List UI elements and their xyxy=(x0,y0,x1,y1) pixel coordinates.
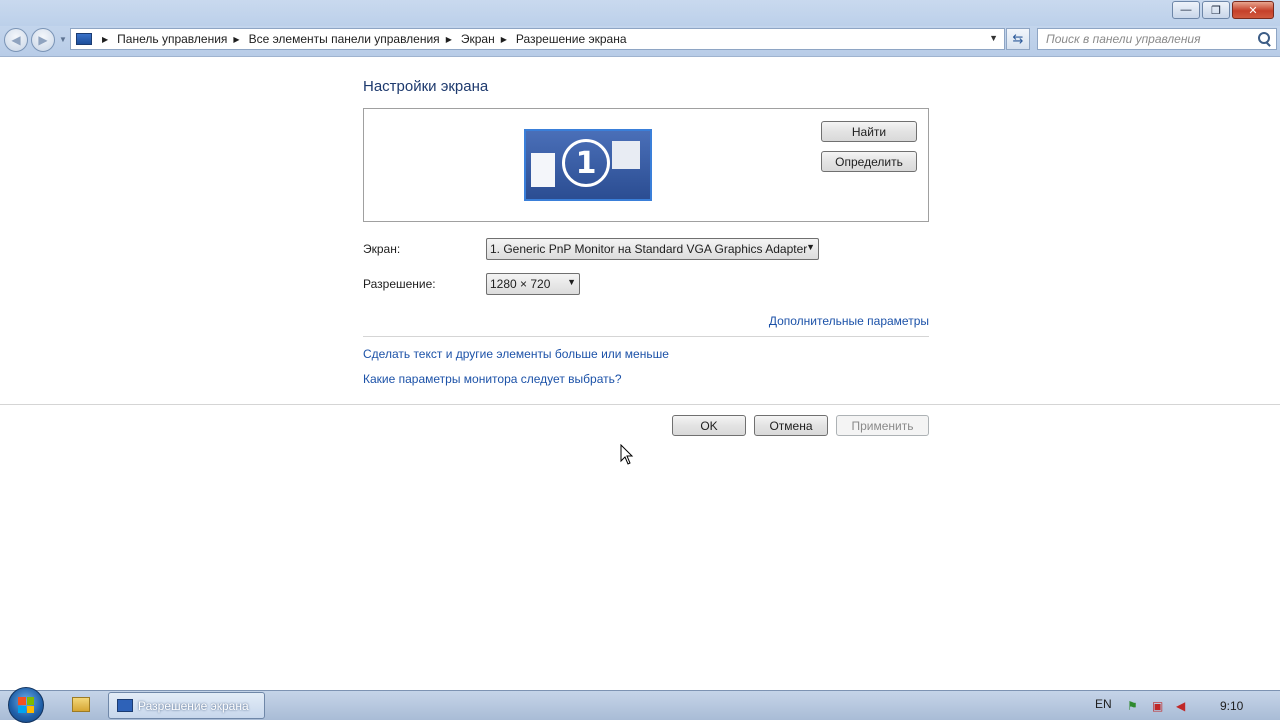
monitor-1-thumbnail[interactable]: 1 xyxy=(524,129,652,201)
chevron-down-icon: ▼ xyxy=(806,242,815,252)
taskbar: Разрешение экрана EN ⚑ ▣ ◀ 9:10 xyxy=(0,687,1280,723)
close-button[interactable]: ✕ xyxy=(1232,1,1274,19)
breadcrumb-separator-icon[interactable]: ▶ xyxy=(501,35,507,44)
volume-muted-icon[interactable]: ◀ xyxy=(1176,699,1190,713)
chevron-down-icon: ▼ xyxy=(567,277,576,287)
forward-arrow-icon: ▶ xyxy=(38,33,48,47)
breadcrumb-separator-icon[interactable]: ▶ xyxy=(102,35,108,44)
search-box[interactable] xyxy=(1037,28,1277,50)
ok-button[interactable]: OK xyxy=(672,415,746,436)
display-select-value: 1. Generic PnP Monitor на Standard VGA G… xyxy=(490,242,808,256)
address-dropdown-icon[interactable]: ▼ xyxy=(989,33,998,43)
back-arrow-icon: ◀ xyxy=(11,33,21,47)
control-panel-icon xyxy=(76,33,92,45)
monitor-settings-help-link[interactable]: Какие параметры монитора следует выбрать… xyxy=(363,372,622,386)
breadcrumb-separator-icon[interactable]: ▶ xyxy=(446,35,452,44)
address-bar[interactable]: ▶ Панель управления ▶ Все элементы панел… xyxy=(70,28,1005,50)
language-indicator[interactable]: EN xyxy=(1095,697,1112,711)
resolution-select-value: 1280 × 720 xyxy=(490,277,551,291)
refresh-button[interactable]: ⇆ xyxy=(1006,28,1030,50)
control-panel-icon xyxy=(117,699,133,712)
display-select[interactable]: 1. Generic PnP Monitor на Standard VGA G… xyxy=(486,238,819,260)
windows-logo-icon xyxy=(18,697,34,713)
breadcrumb-display[interactable]: Экран xyxy=(461,32,495,46)
forward-button[interactable]: ▶ xyxy=(31,28,55,52)
find-button[interactable]: Найти xyxy=(821,121,917,142)
back-button[interactable]: ◀ xyxy=(4,28,28,52)
footer-divider xyxy=(0,404,1280,405)
maximize-button[interactable]: ❐ xyxy=(1202,1,1230,19)
identify-button[interactable]: Определить xyxy=(821,151,917,172)
cancel-button[interactable]: Отмена xyxy=(754,415,828,436)
navigation-bar: ◀ ▶ ▼ ▶ Панель управления ▶ Все элементы… xyxy=(0,26,1280,57)
recent-pages-chevron-icon[interactable]: ▼ xyxy=(59,35,67,44)
monitor-number: 1 xyxy=(562,139,610,187)
search-icon[interactable] xyxy=(1256,31,1272,47)
text-size-link[interactable]: Сделать текст и другие элементы больше и… xyxy=(363,347,669,361)
divider xyxy=(363,336,929,337)
resolution-select[interactable]: 1280 × 720 ▼ xyxy=(486,273,580,295)
breadcrumb-screen-resolution[interactable]: Разрешение экрана xyxy=(516,32,627,46)
minimize-icon: — xyxy=(1180,4,1192,16)
search-input[interactable] xyxy=(1044,29,1256,49)
action-center-icon[interactable]: ⚑ xyxy=(1127,699,1141,713)
display-label: Экран: xyxy=(363,242,401,256)
network-icon[interactable]: ▣ xyxy=(1152,699,1166,713)
apply-button[interactable]: Применить xyxy=(836,415,929,436)
resolution-label: Разрешение: xyxy=(363,277,436,291)
advanced-settings-link[interactable]: Дополнительные параметры xyxy=(769,314,929,328)
clock[interactable]: 9:10 xyxy=(1220,699,1243,713)
page-title: Настройки экрана xyxy=(363,78,489,95)
breadcrumb-control-panel[interactable]: Панель управления xyxy=(117,32,227,46)
monitor-preview-panel: 1 Найти Определить xyxy=(363,108,929,222)
refresh-icon: ⇆ xyxy=(1012,31,1024,46)
maximize-icon: ❐ xyxy=(1211,4,1221,17)
taskbar-item-screen-resolution[interactable]: Разрешение экрана xyxy=(108,692,265,719)
title-bar: — ❐ ✕ xyxy=(0,0,1280,26)
taskbar-item-label: Разрешение экрана xyxy=(138,698,249,713)
start-button[interactable] xyxy=(8,687,44,723)
close-icon: ✕ xyxy=(1248,4,1258,17)
desktop-window-graphic xyxy=(531,153,555,187)
window-controls: — ❐ ✕ xyxy=(1170,1,1274,19)
breadcrumb-separator-icon[interactable]: ▶ xyxy=(233,35,239,44)
explorer-folder-icon[interactable] xyxy=(72,697,90,712)
mouse-cursor-icon xyxy=(620,444,634,465)
minimize-button[interactable]: — xyxy=(1172,1,1200,19)
desktop-window-graphic xyxy=(612,141,640,169)
breadcrumb-all-items[interactable]: Все элементы панели управления xyxy=(249,32,440,46)
